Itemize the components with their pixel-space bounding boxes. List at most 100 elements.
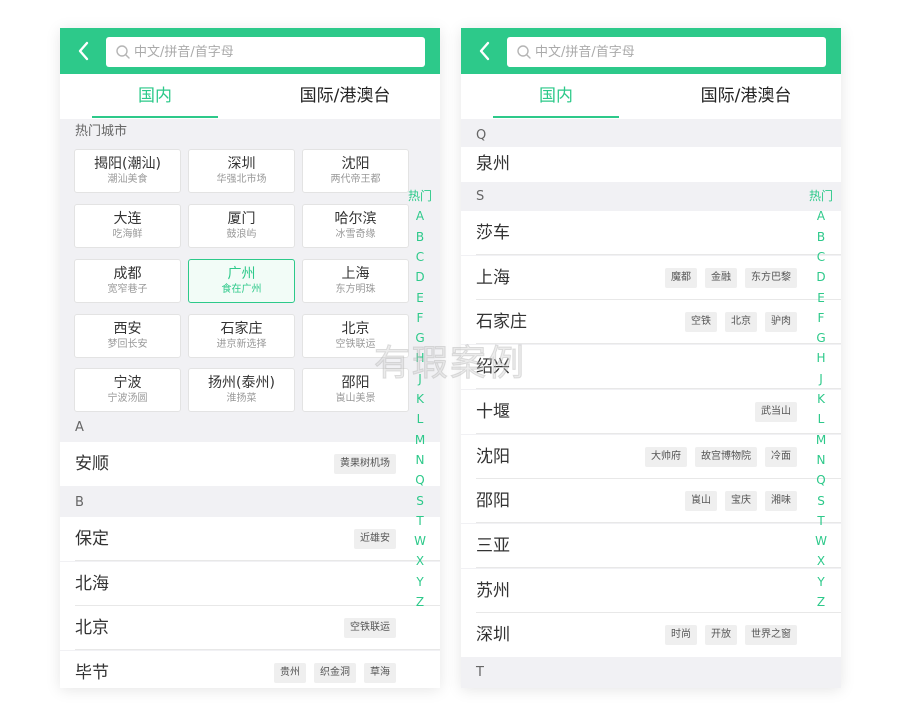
index-letter[interactable]: F (809, 311, 833, 325)
city-row[interactable]: 上海 东方巴黎 金融 魔都 (461, 255, 841, 300)
index-letter[interactable]: Z (408, 595, 432, 609)
index-letter[interactable]: Y (809, 575, 833, 589)
index-letter[interactable]: X (408, 554, 432, 568)
index-letter[interactable]: H (408, 351, 432, 365)
index-letter[interactable]: M (408, 433, 432, 447)
tab-domestic[interactable]: 国内 (493, 74, 619, 119)
hot-city-cell[interactable]: 哈尔滨 冰雪奇缘 (302, 204, 409, 248)
city-row[interactable]: 邵阳 湘味 宝庆 崀山 (461, 479, 841, 524)
search-input[interactable] (535, 37, 820, 67)
index-letter[interactable]: B (408, 230, 432, 244)
index-letter[interactable]: E (408, 291, 432, 305)
index-letter[interactable]: H (809, 351, 833, 365)
hot-city-cell[interactable]: 沈阳 两代帝王都 (302, 149, 409, 193)
index-letter[interactable]: M (809, 433, 833, 447)
tab-international[interactable]: 国际/港澳台 (661, 74, 831, 119)
hot-city-subtitle: 进京新选择 (216, 339, 267, 350)
city-row[interactable]: 绍兴 (461, 345, 841, 390)
city-tag: 湘味 (765, 491, 797, 512)
index-letter[interactable]: A (408, 209, 432, 223)
index-letter[interactable]: W (408, 534, 432, 548)
index-letter[interactable]: K (408, 392, 432, 406)
back-arrow-icon[interactable] (72, 38, 96, 64)
index-letter[interactable]: L (809, 412, 833, 426)
index-letter[interactable]: L (408, 412, 432, 426)
city-row[interactable]: 沈阳 冷面 故宫博物院 大帅府 (461, 434, 841, 479)
index-letter[interactable]: D (809, 270, 833, 284)
hot-city-subtitle: 冰雪奇缘 (335, 229, 376, 240)
city-row[interactable]: 十堰 武当山 (461, 389, 841, 434)
city-row[interactable]: 三亚 (461, 523, 841, 568)
section-letter: T (476, 665, 484, 680)
hot-city-cell[interactable]: 厦门 鼓浪屿 (188, 204, 295, 248)
index-letter[interactable]: K (809, 392, 833, 406)
index-letter[interactable]: G (809, 331, 833, 345)
city-name: 莎车 (476, 223, 510, 243)
index-letter[interactable]: G (408, 331, 432, 345)
index-letter[interactable]: J (408, 372, 432, 386)
hot-city-cell[interactable]: 西安 梦回长安 (74, 314, 181, 358)
index-letter[interactable]: J (809, 372, 833, 386)
index-letter[interactable]: S (809, 494, 833, 508)
index-letter[interactable]: F (408, 311, 432, 325)
hot-city-cell[interactable]: 成都 宽窄巷子 (74, 259, 181, 303)
index-letter[interactable]: Q (809, 473, 833, 487)
city-name: 保定 (75, 529, 109, 549)
city-row[interactable]: 深圳 世界之窗 开放 时尚 (461, 613, 841, 658)
index-letter[interactable]: 热门 (408, 189, 432, 203)
hot-city-cell[interactable]: 上海 东方明珠 (302, 259, 409, 303)
index-letter[interactable]: S (408, 494, 432, 508)
city-row[interactable]: 石家庄 驴肉 北京 空铁 (461, 300, 841, 345)
hot-city-cell[interactable]: 扬州(泰州) 淮扬菜 (188, 368, 295, 412)
hot-city-cell[interactable]: 揭阳(潮汕) 潮汕美食 (74, 149, 181, 193)
city-row[interactable]: 保定 近雄安 (60, 517, 440, 561)
index-letter[interactable]: 热门 (809, 189, 833, 203)
city-picker-screen-hot: 国内 国际/港澳台 热门城市 揭阳(潮汕)潮汕美食深圳华强北市场沈阳两代帝王都大… (60, 28, 440, 688)
index-letter[interactable]: Z (809, 595, 833, 609)
index-letter[interactable]: Q (408, 473, 432, 487)
section-letter: A (75, 420, 84, 435)
tab-international[interactable]: 国际/港澳台 (260, 74, 430, 119)
index-letter[interactable]: Y (408, 575, 432, 589)
index-letter[interactable]: A (809, 209, 833, 223)
hot-city-subtitle: 华强北市场 (216, 174, 267, 185)
hot-city-cell[interactable]: 石家庄 进京新选择 (188, 314, 295, 358)
hot-city-cell[interactable]: 深圳 华强北市场 (188, 149, 295, 193)
search-icon (115, 44, 131, 60)
hot-city-cell[interactable]: 邵阳 崀山美景 (302, 368, 409, 412)
city-row[interactable]: 北京 空铁联运 (60, 606, 440, 650)
city-row[interactable]: 毕节 草海 织金洞 贵州 (60, 651, 440, 688)
search-box[interactable] (106, 37, 425, 67)
hot-city-name: 大连 (113, 211, 142, 227)
index-letter[interactable]: D (408, 270, 432, 284)
hot-city-cell[interactable]: 北京 空铁联运 (302, 314, 409, 358)
tab-domestic[interactable]: 国内 (92, 74, 218, 119)
index-letter[interactable]: E (809, 291, 833, 305)
index-letter[interactable]: X (809, 554, 833, 568)
index-letter[interactable]: T (809, 514, 833, 528)
city-tag: 空铁联运 (344, 618, 396, 638)
index-letter[interactable]: B (809, 230, 833, 244)
hot-city-cell[interactable]: 大连 吃海鲜 (74, 204, 181, 248)
index-letter[interactable]: T (408, 514, 432, 528)
hot-city-cell[interactable]: 宁波 宁波汤圆 (74, 368, 181, 412)
hot-city-name: 深圳 (227, 156, 256, 172)
search-box[interactable] (507, 37, 826, 67)
back-arrow-icon[interactable] (473, 38, 497, 64)
search-input[interactable] (134, 37, 419, 67)
city-row[interactable]: 北海 (60, 562, 440, 606)
index-letter[interactable]: N (408, 453, 432, 467)
city-row[interactable]: 安顺 黄果树机场 (60, 442, 440, 486)
city-row[interactable]: 苏州 (461, 568, 841, 613)
city-name: 安顺 (75, 454, 109, 474)
index-letter[interactable]: W (809, 534, 833, 548)
hot-city-cell[interactable]: 广州 食在广州 (188, 259, 295, 303)
city-tag: 崀山 (685, 491, 717, 512)
hot-city-name: 扬州(泰州) (208, 375, 275, 391)
index-letter[interactable]: N (809, 453, 833, 467)
city-row[interactable]: 莎车 (461, 211, 841, 255)
index-letter[interactable]: C (408, 250, 432, 264)
index-letter[interactable]: C (809, 250, 833, 264)
hot-city-subtitle: 淮扬菜 (226, 393, 257, 404)
city-row[interactable]: 泉州 (461, 147, 841, 182)
